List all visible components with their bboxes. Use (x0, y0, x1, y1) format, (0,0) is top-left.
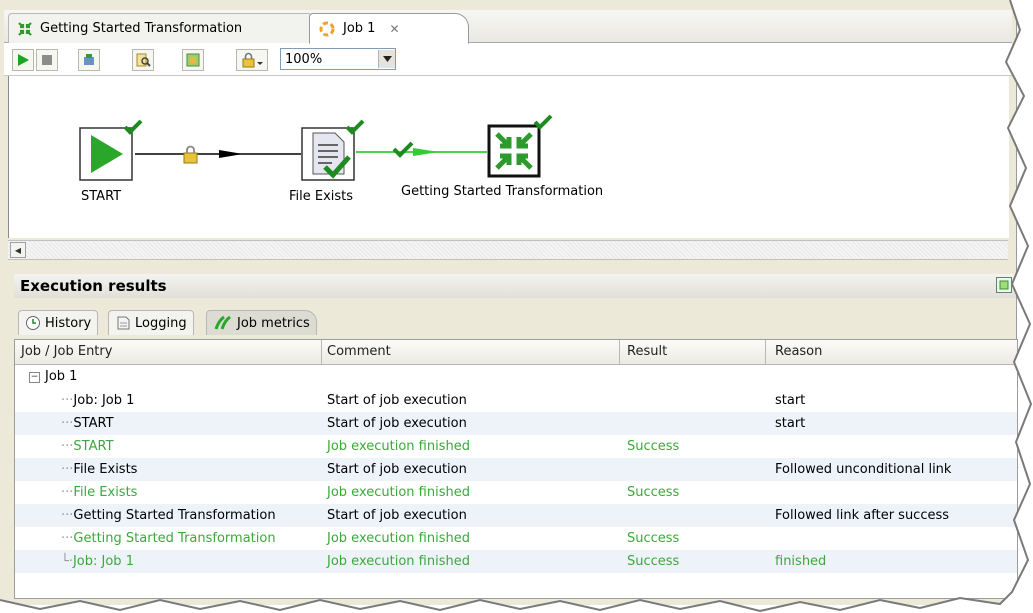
tab-job-1[interactable]: Job 1 ✕ (309, 13, 469, 44)
check-icon (123, 119, 143, 135)
column-header-entry[interactable]: Job / Job Entry (21, 344, 112, 359)
stop-button[interactable] (36, 49, 58, 71)
start-node[interactable] (79, 119, 143, 181)
application-window: Getting Started Transformation Job 1 ✕ 1… (0, 0, 1018, 605)
job-toolbar: 100% (4, 43, 1012, 76)
execution-results-header: Execution results (14, 274, 1016, 298)
editor-tab-strip: Getting Started Transformation Job 1 ✕ (4, 10, 1012, 44)
scroll-left-icon[interactable]: ◀ (10, 242, 26, 258)
maximize-panel-button[interactable] (996, 277, 1012, 293)
run-button[interactable] (12, 49, 34, 71)
tab-label: Logging (135, 315, 187, 331)
preview-button[interactable] (132, 49, 154, 71)
entry-cell: Getting Started Transformation (73, 531, 276, 546)
job-metrics-table: Job / Job Entry Comment Result Reason − … (14, 339, 1018, 599)
preview-icon (136, 53, 151, 67)
tab-label: History (45, 315, 92, 331)
tab-job-metrics[interactable]: Job metrics (206, 310, 317, 335)
reason-cell: start (775, 416, 806, 431)
run-icon (18, 54, 29, 66)
entry-cell: START (73, 439, 114, 454)
comment-cell: Start of job execution (327, 508, 467, 523)
panel-title: Execution results (20, 277, 167, 295)
root-label: Job 1 (45, 369, 78, 384)
comment-cell: Start of job execution (327, 462, 467, 477)
stop-icon (42, 55, 52, 65)
table-row[interactable]: ···Getting Started Transformation Start … (15, 504, 1017, 527)
file-exists-icon (301, 127, 355, 181)
column-header-result[interactable]: Result (627, 344, 667, 359)
lock-icon[interactable] (182, 144, 200, 164)
table-row-root[interactable]: − Job 1 (15, 366, 1017, 389)
zoom-select[interactable]: 100% (280, 48, 396, 70)
table-row[interactable]: ···START Job execution finished Success (15, 435, 1017, 458)
comment-cell: Start of job execution (327, 416, 467, 431)
table-header: Job / Job Entry Comment Result Reason (15, 340, 1017, 365)
check-icon (533, 114, 553, 130)
replay-icon (84, 54, 94, 65)
table-row[interactable]: ···File Exists Job execution finished Su… (15, 481, 1017, 504)
entry-cell: Job: Job 1 (73, 393, 135, 408)
node-label: START (81, 189, 122, 204)
canvas-horizontal-scrollbar[interactable]: ◀ (8, 240, 1008, 260)
tab-history[interactable]: History (18, 310, 99, 335)
lock-icon (242, 52, 263, 68)
column-header-comment[interactable]: Comment (327, 344, 391, 359)
entry-cell: START (73, 416, 114, 431)
maximize-icon (999, 280, 1009, 290)
table-row[interactable]: └·Job: Job 1 Job execution finished Succ… (15, 550, 1017, 573)
replay-button[interactable] (78, 49, 100, 71)
comment-cell: Job execution finished (327, 485, 470, 500)
job-canvas[interactable]: START File Exists Getting Started Transf… (8, 76, 1009, 238)
job-metrics-icon (213, 315, 233, 331)
comment-cell: Start of job execution (327, 393, 467, 408)
result-cell: Success (627, 531, 680, 546)
impact-icon (186, 53, 200, 67)
tab-logging[interactable]: Logging (108, 310, 194, 335)
entry-cell: File Exists (73, 485, 138, 500)
start-icon (79, 127, 133, 181)
table-row[interactable]: ···Job: Job 1 Start of job execution sta… (15, 389, 1017, 412)
close-icon[interactable]: ✕ (389, 22, 399, 36)
zoom-value: 100% (285, 51, 323, 67)
history-icon (25, 315, 41, 331)
comment-cell: Job execution finished (327, 554, 470, 569)
chevron-down-icon[interactable] (378, 50, 395, 68)
transformation-node[interactable] (487, 114, 553, 178)
entry-cell: File Exists (73, 462, 138, 477)
tab-label: Job metrics (237, 315, 310, 331)
collapse-icon[interactable]: − (29, 372, 40, 383)
table-row[interactable]: ···START Start of job execution start (15, 412, 1017, 435)
entry-cell: Getting Started Transformation (73, 508, 276, 523)
transformation-icon (487, 124, 541, 178)
comment-cell: Job execution finished (327, 439, 470, 454)
lock-dropdown-button[interactable] (236, 49, 268, 71)
execution-tabs: History Logging Job metrics (14, 306, 1016, 336)
entry-cell: Job: Job 1 (72, 554, 134, 569)
result-cell: Success (627, 439, 680, 454)
reason-cell: finished (775, 554, 827, 569)
table-row[interactable]: ···Getting Started Transformation Job ex… (15, 527, 1017, 550)
impact-button[interactable] (182, 49, 204, 71)
node-label: Getting Started Transformation (401, 184, 604, 199)
logging-icon (115, 315, 131, 331)
result-cell: Success (627, 554, 680, 569)
check-icon[interactable] (392, 140, 414, 158)
reason-cell: Followed link after success (775, 508, 950, 523)
table-row[interactable]: ···File Exists Start of job execution Fo… (15, 458, 1017, 481)
result-cell: Success (627, 485, 680, 500)
reason-cell: Followed unconditional link (775, 462, 952, 477)
file-exists-node[interactable] (301, 119, 365, 181)
node-label: File Exists (289, 189, 354, 204)
tab-label: Job 1 (343, 21, 376, 36)
check-icon (345, 119, 365, 135)
job-icon (318, 21, 336, 37)
tab-label: Getting Started Transformation (40, 21, 243, 36)
tab-getting-started-transformation[interactable]: Getting Started Transformation (8, 13, 312, 43)
reason-cell: start (775, 393, 806, 408)
transformation-icon (17, 21, 33, 37)
comment-cell: Job execution finished (327, 531, 470, 546)
column-header-reason[interactable]: Reason (775, 344, 822, 359)
